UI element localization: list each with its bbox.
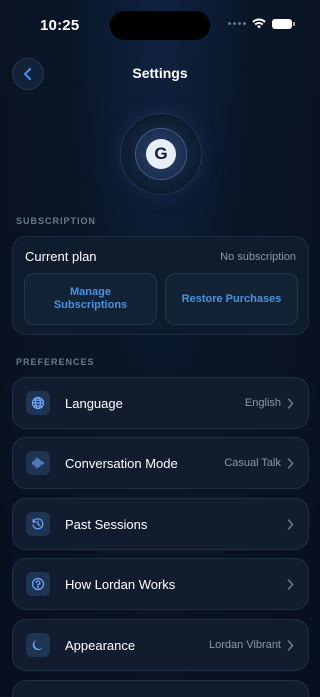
preference-row-appearance[interactable]: Appearance Lordan Vibrant xyxy=(12,619,309,671)
appearance-label: Appearance xyxy=(65,637,136,653)
chevron-right-icon xyxy=(287,639,294,651)
battery-icon xyxy=(272,18,295,29)
question-icon xyxy=(26,572,50,596)
avatar-ring: G xyxy=(135,128,187,180)
current-plan-row: Current plan No subscription xyxy=(25,249,296,264)
status-icons xyxy=(228,18,295,29)
chevron-right-icon xyxy=(287,397,294,409)
current-plan-value: No subscription xyxy=(220,250,296,263)
manage-label-line2: Subscriptions xyxy=(53,299,128,311)
page-title: Settings xyxy=(132,65,188,81)
preference-row-how-lordan-works[interactable]: How Lordan Works xyxy=(12,558,309,610)
chevron-right-icon xyxy=(287,578,294,590)
status-time: 10:25 xyxy=(40,17,80,34)
avatar-container[interactable]: G xyxy=(120,113,202,195)
wifi-icon xyxy=(252,18,266,29)
past-sessions-label: Past Sessions xyxy=(65,516,148,532)
globe-icon xyxy=(26,391,50,415)
manage-subscriptions-button[interactable]: Manage Subscriptions xyxy=(24,273,157,325)
dynamic-island xyxy=(110,11,210,40)
appearance-value: Lordan Vibrant xyxy=(209,639,281,651)
chevron-right-icon xyxy=(287,457,294,469)
waveform-icon xyxy=(26,451,50,475)
how-lordan-works-label: How Lordan Works xyxy=(65,576,176,592)
preference-row-past-sessions[interactable]: Past Sessions xyxy=(12,498,309,550)
language-label: Language xyxy=(65,395,123,411)
language-value: English xyxy=(244,397,281,409)
restore-purchases-button[interactable]: Restore Purchases xyxy=(165,273,298,325)
avatar: G xyxy=(146,139,176,169)
preferences-section-label: PREFERENCES xyxy=(16,357,95,367)
preference-row-conversation-mode[interactable]: Conversation Mode Casual Talk xyxy=(12,437,309,489)
chevron-right-icon xyxy=(287,518,294,530)
conversation-mode-label: Conversation Mode xyxy=(65,455,178,471)
subscription-card: Current plan No subscription Manage Subs… xyxy=(12,236,309,335)
preference-row-partial[interactable] xyxy=(12,680,309,697)
status-bar: 10:25 xyxy=(0,0,320,50)
conversation-mode-value: Casual Talk xyxy=(224,457,281,469)
preference-row-language[interactable]: Language English xyxy=(12,377,309,429)
moon-icon xyxy=(26,633,50,657)
subscription-section-label: SUBSCRIPTION xyxy=(16,216,97,226)
current-plan-label: Current plan xyxy=(25,249,97,264)
history-icon xyxy=(26,512,50,536)
manage-label-line1: Manage xyxy=(70,286,111,298)
nav-bar: Settings xyxy=(0,56,320,90)
signal-icon xyxy=(228,22,246,25)
